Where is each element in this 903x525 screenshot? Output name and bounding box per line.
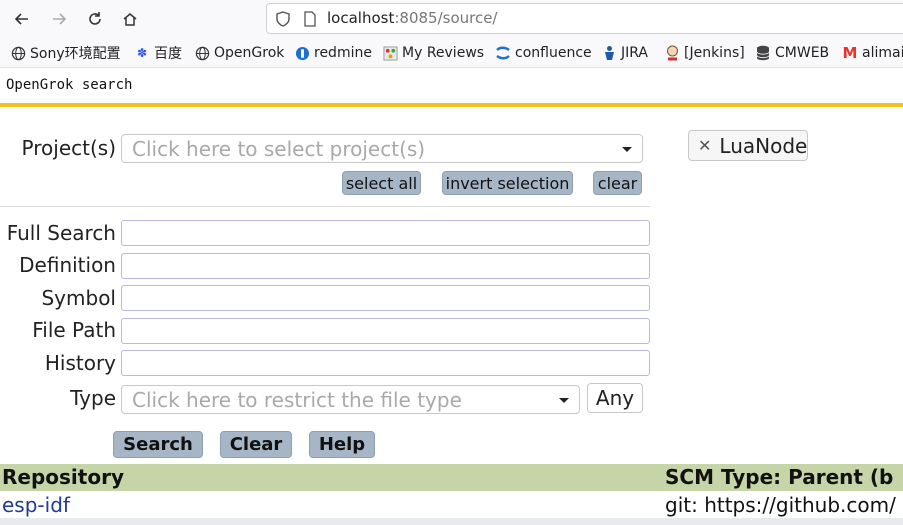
site-header: OpenGrok search xyxy=(0,69,903,103)
forward-button[interactable] xyxy=(46,7,72,31)
address-bar[interactable]: localhost:8085/source/ xyxy=(266,3,903,34)
symbol-label: Symbol xyxy=(41,286,116,310)
repository-link[interactable]: esp-idf xyxy=(2,493,70,517)
column-header-repository[interactable]: Repository xyxy=(2,465,124,489)
projects-label: Project(s) xyxy=(21,136,116,160)
clear-selection-button[interactable]: clear xyxy=(593,171,642,195)
bookmark-my-reviews[interactable]: My Reviews xyxy=(382,43,484,63)
shield-icon[interactable] xyxy=(275,11,291,27)
arrow-right-icon xyxy=(53,13,67,25)
file-path-label: File Path xyxy=(32,318,116,342)
jira-icon xyxy=(601,45,617,61)
bookmark-redmine[interactable]: redmine xyxy=(294,43,372,63)
reload-button[interactable] xyxy=(82,7,108,31)
baidu-paw-icon: ✽ xyxy=(136,46,148,60)
type-select[interactable]: Click here to restrict the file type xyxy=(121,385,580,414)
bookmark-label: My Reviews xyxy=(402,45,485,61)
bookmarks-bar: Sony环境配置 ✽ 百度 OpenGrok redmine My Review… xyxy=(0,38,903,68)
repository-table-header: Repository SCM Type: Parent (b xyxy=(0,464,903,491)
alimail-icon: M xyxy=(842,44,858,62)
project-select[interactable]: Click here to select project(s) xyxy=(121,134,643,163)
project-select-placeholder: Click here to select project(s) xyxy=(132,137,426,161)
home-icon xyxy=(123,13,137,26)
definition-label: Definition xyxy=(19,253,116,277)
bookmark-label: OpenGrok xyxy=(214,45,285,61)
redmine-icon xyxy=(294,45,310,61)
full-search-label: Full Search xyxy=(6,221,116,245)
url-text[interactable]: localhost:8085/source/ xyxy=(327,9,498,27)
browser-toolbar: localhost:8085/source/ xyxy=(0,0,903,38)
confluence-icon xyxy=(495,45,511,61)
column-header-scm-type[interactable]: SCM Type: Parent (b xyxy=(665,465,893,489)
globe-icon xyxy=(194,45,210,61)
bookmark-label: alimail xyxy=(862,45,903,61)
bookmark-opengrok[interactable]: OpenGrok xyxy=(194,43,284,63)
history-input[interactable] xyxy=(121,350,650,376)
bookmark-alimail[interactable]: M alimail xyxy=(842,43,903,63)
definition-input[interactable] xyxy=(121,253,650,279)
type-any-select[interactable]: Any xyxy=(587,383,643,413)
close-icon[interactable]: ✕ xyxy=(698,136,711,155)
type-select-placeholder: Click here to restrict the file type xyxy=(132,388,462,412)
symbol-input[interactable] xyxy=(121,285,650,311)
clear-button[interactable]: Clear xyxy=(220,431,292,458)
page-title: OpenGrok search xyxy=(6,77,133,93)
bookmark-jenkins[interactable]: [Jenkins] xyxy=(664,43,745,63)
arrow-left-icon xyxy=(14,13,28,25)
bookmark-sony[interactable]: Sony环境配置 xyxy=(10,43,121,63)
chevron-down-icon xyxy=(622,147,632,152)
full-search-input[interactable] xyxy=(121,220,650,246)
url-path: :8085/source/ xyxy=(394,9,498,27)
page-icon[interactable] xyxy=(303,11,317,27)
bookmark-label: JIRA xyxy=(621,45,648,61)
header-divider xyxy=(0,103,903,107)
bookmark-label: confluence xyxy=(515,45,592,61)
type-label: Type xyxy=(70,386,116,410)
back-button[interactable] xyxy=(9,7,35,31)
chevron-down-icon xyxy=(559,398,569,403)
bookmark-label: Sony环境配置 xyxy=(30,46,121,62)
bookmark-confluence[interactable]: confluence xyxy=(495,43,592,63)
selected-project-tag[interactable]: ✕ LuaNode xyxy=(688,130,808,161)
jenkins-icon xyxy=(664,45,680,61)
history-label: History xyxy=(44,351,116,375)
help-button[interactable]: Help xyxy=(309,431,375,458)
search-button[interactable]: Search xyxy=(113,431,203,458)
invert-selection-button[interactable]: invert selection xyxy=(442,171,573,195)
database-icon xyxy=(755,45,771,61)
reviews-icon xyxy=(382,45,398,61)
bookmark-label: CMWEB xyxy=(775,45,830,61)
url-host: localhost xyxy=(327,9,395,27)
table-row-divider xyxy=(0,518,903,525)
form-divider xyxy=(0,206,650,207)
bookmark-baidu[interactable]: ✽ 百度 xyxy=(134,43,182,63)
bookmark-label: [Jenkins] xyxy=(684,45,745,61)
globe-icon xyxy=(10,45,26,61)
file-path-input[interactable] xyxy=(121,318,650,344)
bookmark-jira[interactable]: JIRA xyxy=(601,43,648,63)
select-all-button[interactable]: select all xyxy=(342,171,421,195)
scm-type-cell: git: https://github.com/ xyxy=(665,493,896,517)
bookmark-label: redmine xyxy=(314,45,372,61)
home-button[interactable] xyxy=(117,7,143,31)
bookmark-cmweb[interactable]: CMWEB xyxy=(755,43,829,63)
bookmark-label: 百度 xyxy=(154,46,182,62)
reload-icon xyxy=(89,12,101,25)
selected-project-label: LuaNode xyxy=(719,133,808,158)
